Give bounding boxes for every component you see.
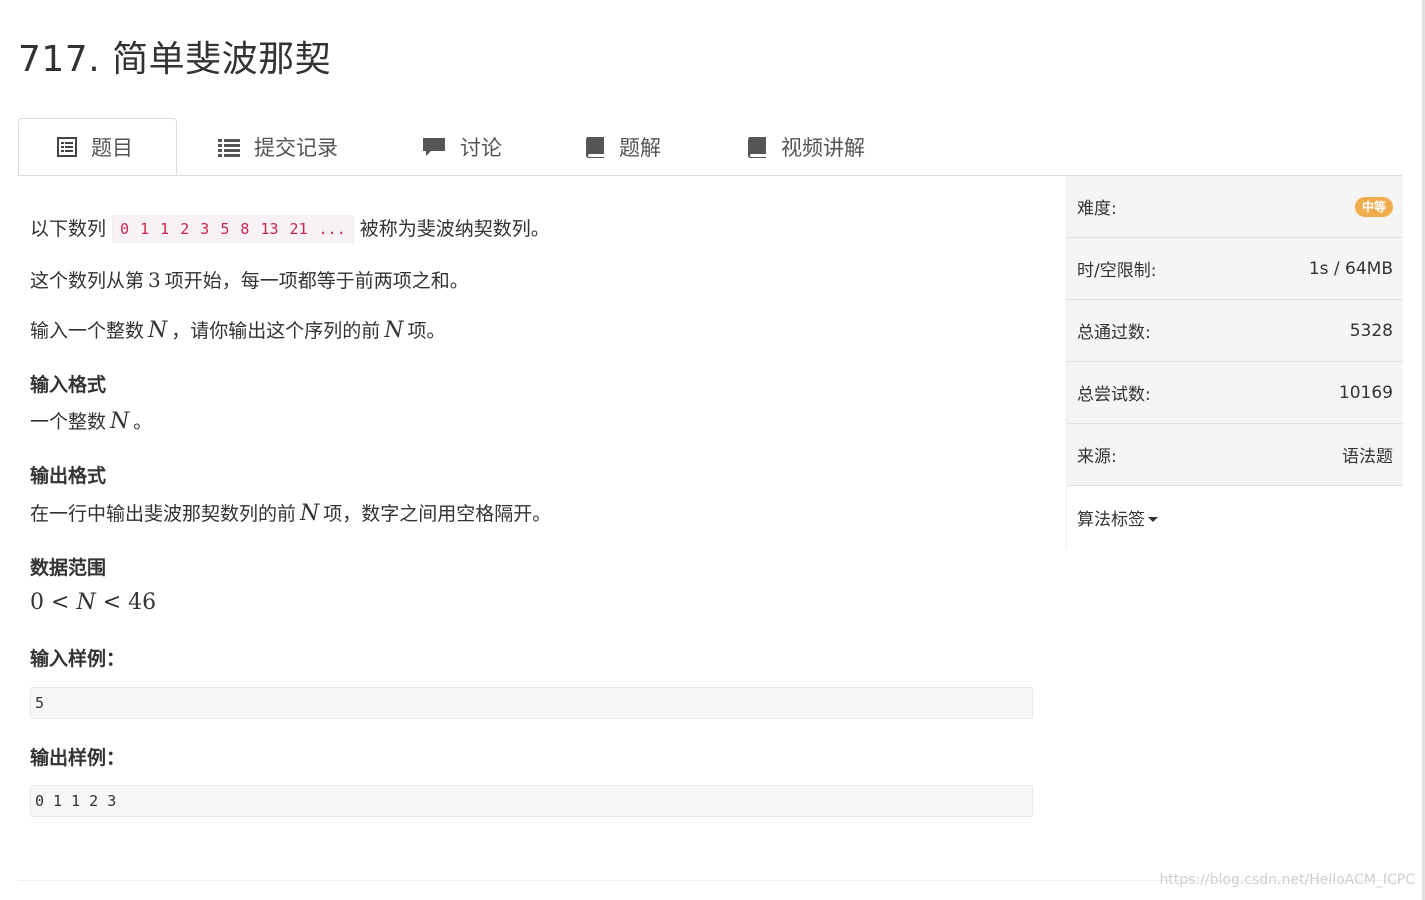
range-operator: < [102,590,122,615]
tab-label: 讨论 [460,135,502,160]
tab-solutions[interactable]: 题解 [585,118,661,175]
range-operator: < [51,590,70,615]
math-variable: N [148,318,168,343]
text: 项，数字之间用空格隔开。 [323,503,552,525]
data-range-formula: 0 < N < 46 [30,590,156,615]
source-label: 来源: [1077,447,1117,467]
tab-problem[interactable]: 题目 [18,118,177,175]
math-variable: N [384,318,404,343]
limit-value: 1s / 64MB [1308,258,1393,279]
text: 一个整数 [30,411,107,433]
tries-value: 10169 [1338,382,1393,403]
tags-row[interactable]: 算法标签 [1067,486,1403,548]
tries-label: 总尝试数: [1077,385,1151,405]
output-format-heading: 输出格式 [30,465,107,487]
text: 项。 [407,320,446,342]
sample-output-box[interactable]: 0 1 1 2 3 [30,785,1033,817]
tab-label: 题解 [619,135,661,160]
tab-video[interactable]: 视频讲解 [747,118,865,175]
tries-row: 总尝试数: 10169 [1067,362,1403,424]
text: 这个数列从第 [30,270,145,292]
range-high: 46 [128,590,157,615]
inline-code: 0 1 1 2 3 5 8 13 21 ... [112,215,354,243]
text: ，请你输出这个序列的前 [171,320,381,342]
text: 。 [133,411,153,433]
source-row: 来源: 语法题 [1067,424,1403,486]
description-paragraph-1: 以下数列 0 1 1 2 3 5 8 13 21 ... 被称为斐波纳契数列。 [30,214,550,243]
math-number: 3 [148,268,161,292]
math-variable: N [300,501,320,526]
range-low: 0 [30,590,44,615]
input-format-text: 一个整数 N。 [30,407,152,434]
limit-row: 时/空限制: 1s / 64MB [1067,238,1403,300]
math-variable: N [110,409,130,434]
tab-discussion[interactable]: 讨论 [422,118,502,175]
document-list-icon [57,136,77,157]
difficulty-badge: 中等 [1354,196,1393,217]
limit-label: 时/空限制: [1077,261,1157,281]
comment-icon [422,137,446,157]
tags-label: 算法标签 [1077,509,1145,530]
range-variable: N [76,590,96,615]
data-range-heading: 数据范围 [30,557,107,579]
input-format-heading: 输入格式 [30,374,107,396]
difficulty-row: 难度: 中等 [1067,176,1403,238]
book-icon [747,136,767,158]
text: 被称为斐波纳契数列。 [359,218,550,240]
passed-row: 总通过数: 5328 [1067,300,1403,362]
tab-bar: 题目 提交记录 讨论 题解 视频讲解 [18,118,1402,176]
description-paragraph-2: 这个数列从第 3 项开始，每一项都等于前两项之和。 [30,266,469,293]
text: 输入一个整数 [30,320,145,342]
watermark-text: https://blog.csdn.net/HelloACM_ICPC [1159,872,1415,888]
text: 在一行中输出斐波那契数列的前 [30,503,297,525]
tab-label: 提交记录 [254,135,338,160]
page-title: 717. 简单斐波那契 [18,39,332,80]
difficulty-label: 难度: [1077,199,1117,219]
source-value[interactable]: 语法题 [1342,442,1393,467]
list-icon [218,137,240,157]
tab-submissions[interactable]: 提交记录 [218,118,338,175]
tags-dropdown[interactable]: 算法标签 [1077,505,1158,530]
caret-down-icon [1148,516,1158,522]
sample-input-heading: 输入样例： [30,648,126,670]
text: 以下数列 [30,218,107,240]
tab-label: 题目 [91,135,133,160]
passed-value: 5328 [1349,320,1393,341]
passed-label: 总通过数: [1077,323,1151,343]
problem-info-panel: 难度: 中等 时/空限制: 1s / 64MB 总通过数: 5328 总尝试数:… [1066,176,1403,548]
tab-label: 视频讲解 [781,135,865,160]
output-format-text: 在一行中输出斐波那契数列的前 N 项，数字之间用空格隔开。 [30,499,551,526]
sample-output-heading: 输出样例： [30,747,126,769]
book-icon [585,136,605,158]
text: 项开始，每一项都等于前两项之和。 [164,270,469,292]
sample-input-box[interactable]: 5 [30,687,1033,719]
description-paragraph-3: 输入一个整数 N ，请你输出这个序列的前 N 项。 [30,316,446,343]
